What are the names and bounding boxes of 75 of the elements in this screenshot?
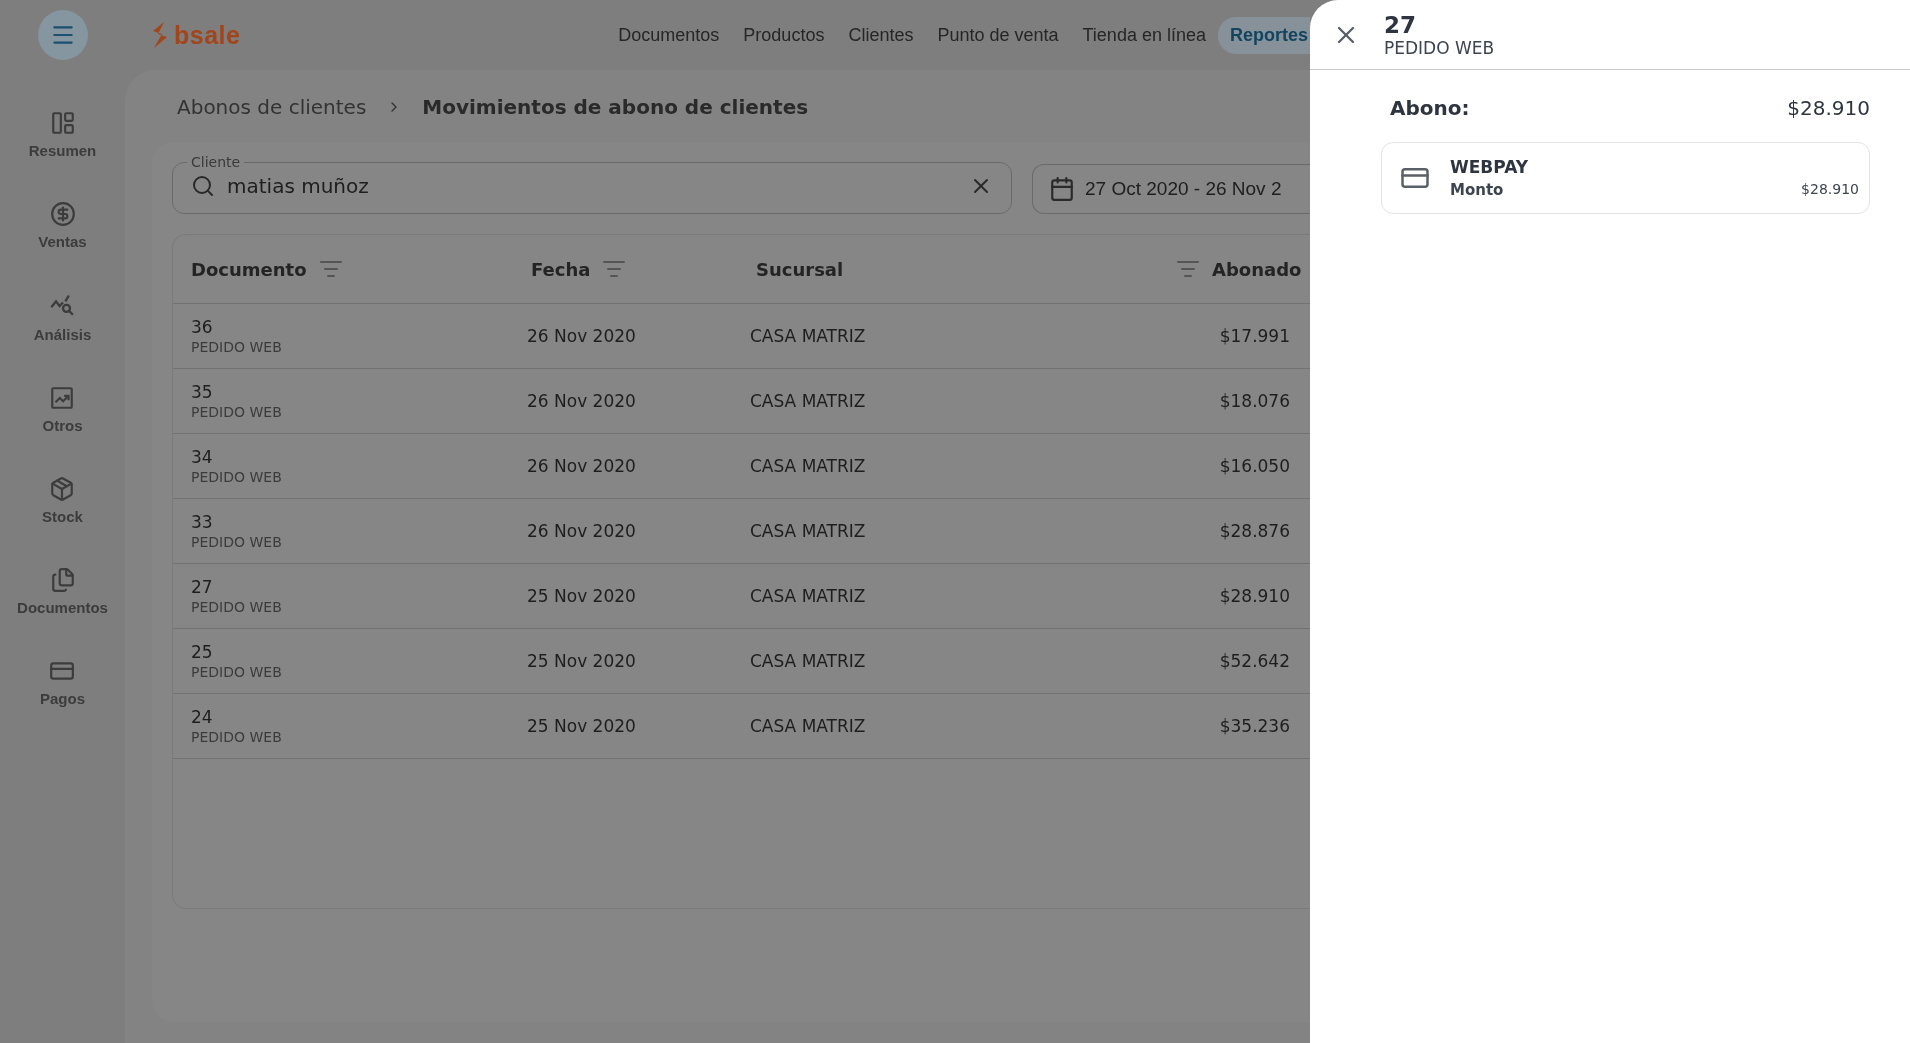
sidebar-item[interactable]: Análisis — [33, 292, 92, 343]
sidebar-item[interactable]: Documentos — [17, 567, 108, 616]
payment-method: WEBPAY — [1450, 157, 1530, 177]
table-cell-text: CASA MATRIZ — [750, 456, 867, 476]
chart-icon — [49, 385, 76, 411]
menu-button[interactable] — [38, 10, 88, 60]
sidebar-item[interactable]: Pagos — [40, 658, 85, 707]
drawer-subtitle: PEDIDO WEB — [1384, 37, 1495, 58]
table-cell-text: $18.076 — [1218, 391, 1290, 411]
calendar-icon — [1049, 176, 1075, 202]
dollar-icon — [49, 201, 76, 227]
table-cell-text: $52.642 — [1218, 651, 1290, 671]
document-number: 25 — [191, 642, 214, 662]
document-type: PEDIDO WEB — [191, 339, 283, 355]
table-cell-text: $35.236 — [1218, 716, 1290, 736]
document-type: PEDIDO WEB — [191, 469, 283, 485]
table-cell-text: $16.050 — [1218, 456, 1290, 476]
client-field[interactable]: Cliente matias muñoz — [172, 154, 1012, 214]
logo-text: bsale — [174, 20, 241, 50]
sidebar-item[interactable]: Resumen — [28, 110, 97, 159]
total-label: Abono: — [1390, 96, 1470, 120]
total-value: $28.910 — [1787, 96, 1870, 120]
document-type: PEDIDO WEB — [191, 729, 283, 745]
document-number: 24 — [191, 707, 214, 727]
layout-icon — [49, 110, 76, 136]
table-cell-text: CASA MATRIZ — [750, 586, 867, 606]
field-label: Cliente — [190, 154, 242, 170]
column-header[interactable]: Fecha — [531, 257, 627, 281]
nav-link[interactable]: Clientes — [836, 16, 926, 54]
table-cell-text: CASA MATRIZ — [750, 326, 867, 346]
table-cell-text: CASA MATRIZ — [750, 521, 867, 541]
date-range-value: 27 Oct 2020 - 26 Nov 2 — [1085, 178, 1282, 200]
table-cell-text: $28.876 — [1218, 521, 1290, 541]
table-cell-text: CASA MATRIZ — [750, 391, 867, 411]
nav-link[interactable]: Tienda en línea — [1070, 16, 1218, 54]
field-value: matias muñoz — [227, 174, 370, 198]
table-cell-text: CASA MATRIZ — [750, 716, 867, 736]
table-cell-text: 26 Nov 2020 — [527, 521, 637, 541]
table-cell-text: 25 Nov 2020 — [527, 586, 637, 606]
table-cell-text: 25 Nov 2020 — [527, 716, 637, 736]
column-header[interactable]: Sucursal — [756, 258, 844, 280]
sidebar-item[interactable]: Stock — [42, 476, 83, 525]
breadcrumb-link[interactable]: Movimientos de abono de clientes — [422, 95, 809, 119]
document-number: 34 — [191, 447, 214, 467]
nav-link[interactable]: Reportes — [1217, 16, 1310, 54]
table-cell-text: CASA MATRIZ — [750, 651, 867, 671]
table-cell-text: 25 Nov 2020 — [527, 651, 637, 671]
date-range-field[interactable]: 27 Oct 2020 - 26 Nov 2 — [1032, 164, 1310, 214]
documents-icon — [49, 567, 76, 593]
column-header[interactable]: Documento — [191, 257, 343, 281]
nav-link[interactable]: Documentos — [606, 16, 732, 54]
table-cell-text: 26 Nov 2020 — [527, 391, 637, 411]
search-icon — [191, 174, 215, 198]
document-number: 33 — [191, 512, 214, 532]
payment-label: Monto — [1450, 181, 1504, 199]
document-number: 35 — [191, 382, 214, 402]
nav-link[interactable]: Productos — [731, 16, 837, 54]
column-header[interactable]: Abonado — [1176, 257, 1302, 281]
table-cell-text: 26 Nov 2020 — [527, 456, 637, 476]
table-cell-text: $28.910 — [1218, 586, 1290, 606]
table-cell-text: 26 Nov 2020 — [527, 326, 637, 346]
document-number: 27 — [191, 577, 214, 597]
nav-link[interactable]: Punto de venta — [925, 16, 1071, 54]
sidebar-item[interactable]: Ventas — [38, 201, 87, 250]
document-type: PEDIDO WEB — [191, 404, 283, 420]
table-cell-text: $17.991 — [1218, 326, 1290, 346]
document-type: PEDIDO WEB — [191, 534, 283, 550]
document-type: PEDIDO WEB — [191, 664, 283, 680]
box-icon — [49, 476, 76, 502]
breadcrumb-link[interactable]: Abonos de clientes — [177, 95, 367, 119]
payment-amount: $28.910 — [1801, 181, 1859, 199]
sidebar-item[interactable]: Otros — [42, 385, 83, 434]
document-number: 36 — [191, 317, 214, 337]
document-type: PEDIDO WEB — [191, 599, 283, 615]
drawer-title: 27 — [1384, 11, 1417, 38]
